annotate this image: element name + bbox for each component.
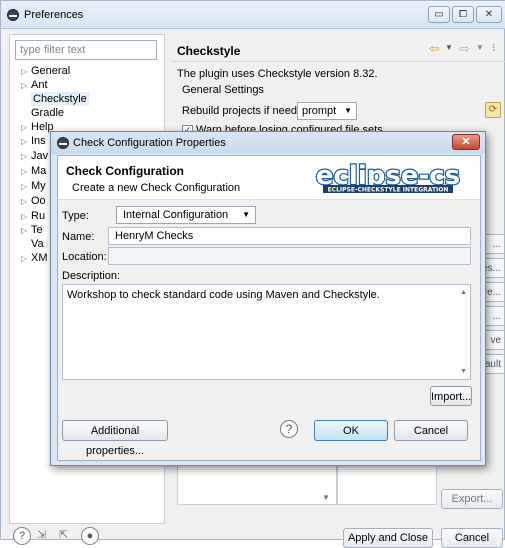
sidebar-item-gradle[interactable]: Gradle: [31, 106, 64, 120]
config-description-panel: [337, 463, 437, 505]
scroll-down-icon[interactable]: ▼: [460, 368, 467, 375]
sidebar-item-xml[interactable]: ▷ XM: [21, 251, 48, 265]
window-title: Preferences: [24, 9, 84, 21]
rebuild-select[interactable]: prompt ▼: [297, 102, 357, 120]
type-label: Type:: [62, 210, 89, 222]
dialog-header-subtitle: Create a new Check Configuration: [72, 182, 241, 194]
eclipse-icon: [7, 9, 19, 21]
sidebar-item-oomph[interactable]: ▷ Oo: [21, 194, 46, 208]
sidebar-item-mylyn[interactable]: ▷ My: [21, 179, 46, 193]
eclipse-cs-logo: eclipse-cs ECLIPSE-CHECKSTYLE INTEGRATIO…: [315, 161, 462, 194]
close-button[interactable]: ✕: [476, 6, 502, 23]
dialog-header-title: Check Configuration: [66, 164, 185, 178]
name-label: Name:: [62, 231, 95, 243]
minimize-button[interactable]: ▭: [428, 6, 450, 23]
expand-arrow-icon: ▷: [21, 182, 28, 191]
expand-arrow-icon: ▷: [21, 81, 28, 90]
expand-arrow-icon: ▷: [21, 197, 28, 206]
chevron-down-icon[interactable]: ▼: [445, 43, 453, 52]
dialog-close-button[interactable]: ✕: [452, 134, 480, 150]
page-title: Checkstyle: [177, 44, 241, 58]
sidebar-item-help[interactable]: ▷ Help: [21, 120, 54, 134]
chevron-down-icon: ▼: [242, 210, 250, 219]
expand-arrow-icon: ▷: [21, 212, 28, 221]
import-button[interactable]: Import...: [430, 386, 472, 406]
more-menu-icon[interactable]: ⁝: [492, 41, 496, 54]
expand-arrow-icon: ▷: [21, 167, 28, 176]
sidebar-item-validation[interactable]: Va: [31, 237, 44, 251]
chevron-down-icon[interactable]: ▼: [476, 43, 484, 52]
cancel-button[interactable]: Cancel: [441, 528, 503, 548]
export-button[interactable]: Export...: [441, 489, 503, 509]
dialog-cancel-button[interactable]: Cancel: [394, 420, 468, 441]
sidebar-item-ant[interactable]: ▷ Ant: [21, 78, 48, 92]
forward-arrow-icon[interactable]: ⇨: [459, 41, 470, 57]
additional-properties-button[interactable]: Additional properties...: [62, 420, 168, 457]
dialog-body: Check Configuration Create a new Check C…: [57, 155, 481, 461]
location-label: Location:: [62, 251, 107, 263]
refresh-icon[interactable]: ⟳: [485, 102, 501, 118]
filter-input[interactable]: type filter text: [15, 40, 157, 60]
ok-button[interactable]: OK: [314, 420, 388, 441]
sidebar-item-install[interactable]: ▷ Ins: [21, 134, 46, 148]
scroll-down-icon[interactable]: ▼: [322, 493, 330, 502]
check-config-dialog: Check Configuration Properties ✕ Check C…: [50, 131, 486, 466]
title-bar: Preferences ▭ ⧠ ✕: [1, 1, 505, 29]
version-text: The plugin uses Checkstyle version 8.32.: [177, 68, 378, 80]
apply-and-close-button[interactable]: Apply and Close: [343, 528, 433, 548]
location-field[interactable]: [108, 247, 471, 265]
back-arrow-icon[interactable]: ⇦: [429, 41, 440, 57]
expand-arrow-icon: ▷: [21, 67, 28, 76]
scroll-up-icon[interactable]: ▲: [460, 289, 467, 296]
general-settings-label: General Settings: [182, 84, 264, 96]
sidebar-item-java[interactable]: ▷ Jav: [21, 149, 48, 163]
eclipse-icon: [57, 137, 69, 149]
chevron-down-icon: ▼: [344, 106, 352, 115]
name-field[interactable]: HenryM Checks: [108, 227, 471, 245]
sidebar-item-general[interactable]: ▷ General: [21, 64, 70, 78]
expand-arrow-icon: ▷: [21, 152, 28, 161]
export-prefs-icon[interactable]: ⇱: [59, 528, 68, 541]
description-label: Description:: [62, 270, 121, 282]
config-table[interactable]: [177, 463, 337, 505]
import-prefs-icon[interactable]: ⇲: [37, 528, 46, 541]
help-icon[interactable]: ?: [280, 420, 298, 438]
type-dropdown[interactable]: Internal Configuration ▼: [116, 206, 256, 224]
sidebar-item-checkstyle[interactable]: Checkstyle: [31, 92, 89, 106]
dialog-header: Check Configuration Create a new Check C…: [58, 156, 480, 200]
dialog-title: Check Configuration Properties: [73, 137, 226, 149]
expand-arrow-icon: ▷: [21, 123, 28, 132]
rebuild-label: Rebuild projects if needed:: [182, 105, 313, 117]
sidebar-item-maven[interactable]: ▷ Ma: [21, 164, 46, 178]
maximize-button[interactable]: ⧠: [452, 6, 474, 23]
logo-subtext: ECLIPSE-CHECKSTYLE INTEGRATION: [328, 187, 449, 194]
record-icon[interactable]: ●: [81, 527, 99, 545]
header-divider: [171, 61, 505, 62]
dialog-title-bar: Check Configuration Properties ✕: [51, 132, 485, 154]
sidebar-item-team[interactable]: ▷ Te: [21, 223, 43, 237]
expand-arrow-icon: ▷: [21, 226, 28, 235]
expand-arrow-icon: ▷: [21, 137, 28, 146]
help-icon[interactable]: ?: [13, 527, 31, 545]
description-textarea[interactable]: Workshop to check standard code using Ma…: [62, 284, 471, 380]
expand-arrow-icon: ▷: [21, 254, 28, 263]
sidebar-item-run-debug[interactable]: ▷ Ru: [21, 209, 45, 223]
